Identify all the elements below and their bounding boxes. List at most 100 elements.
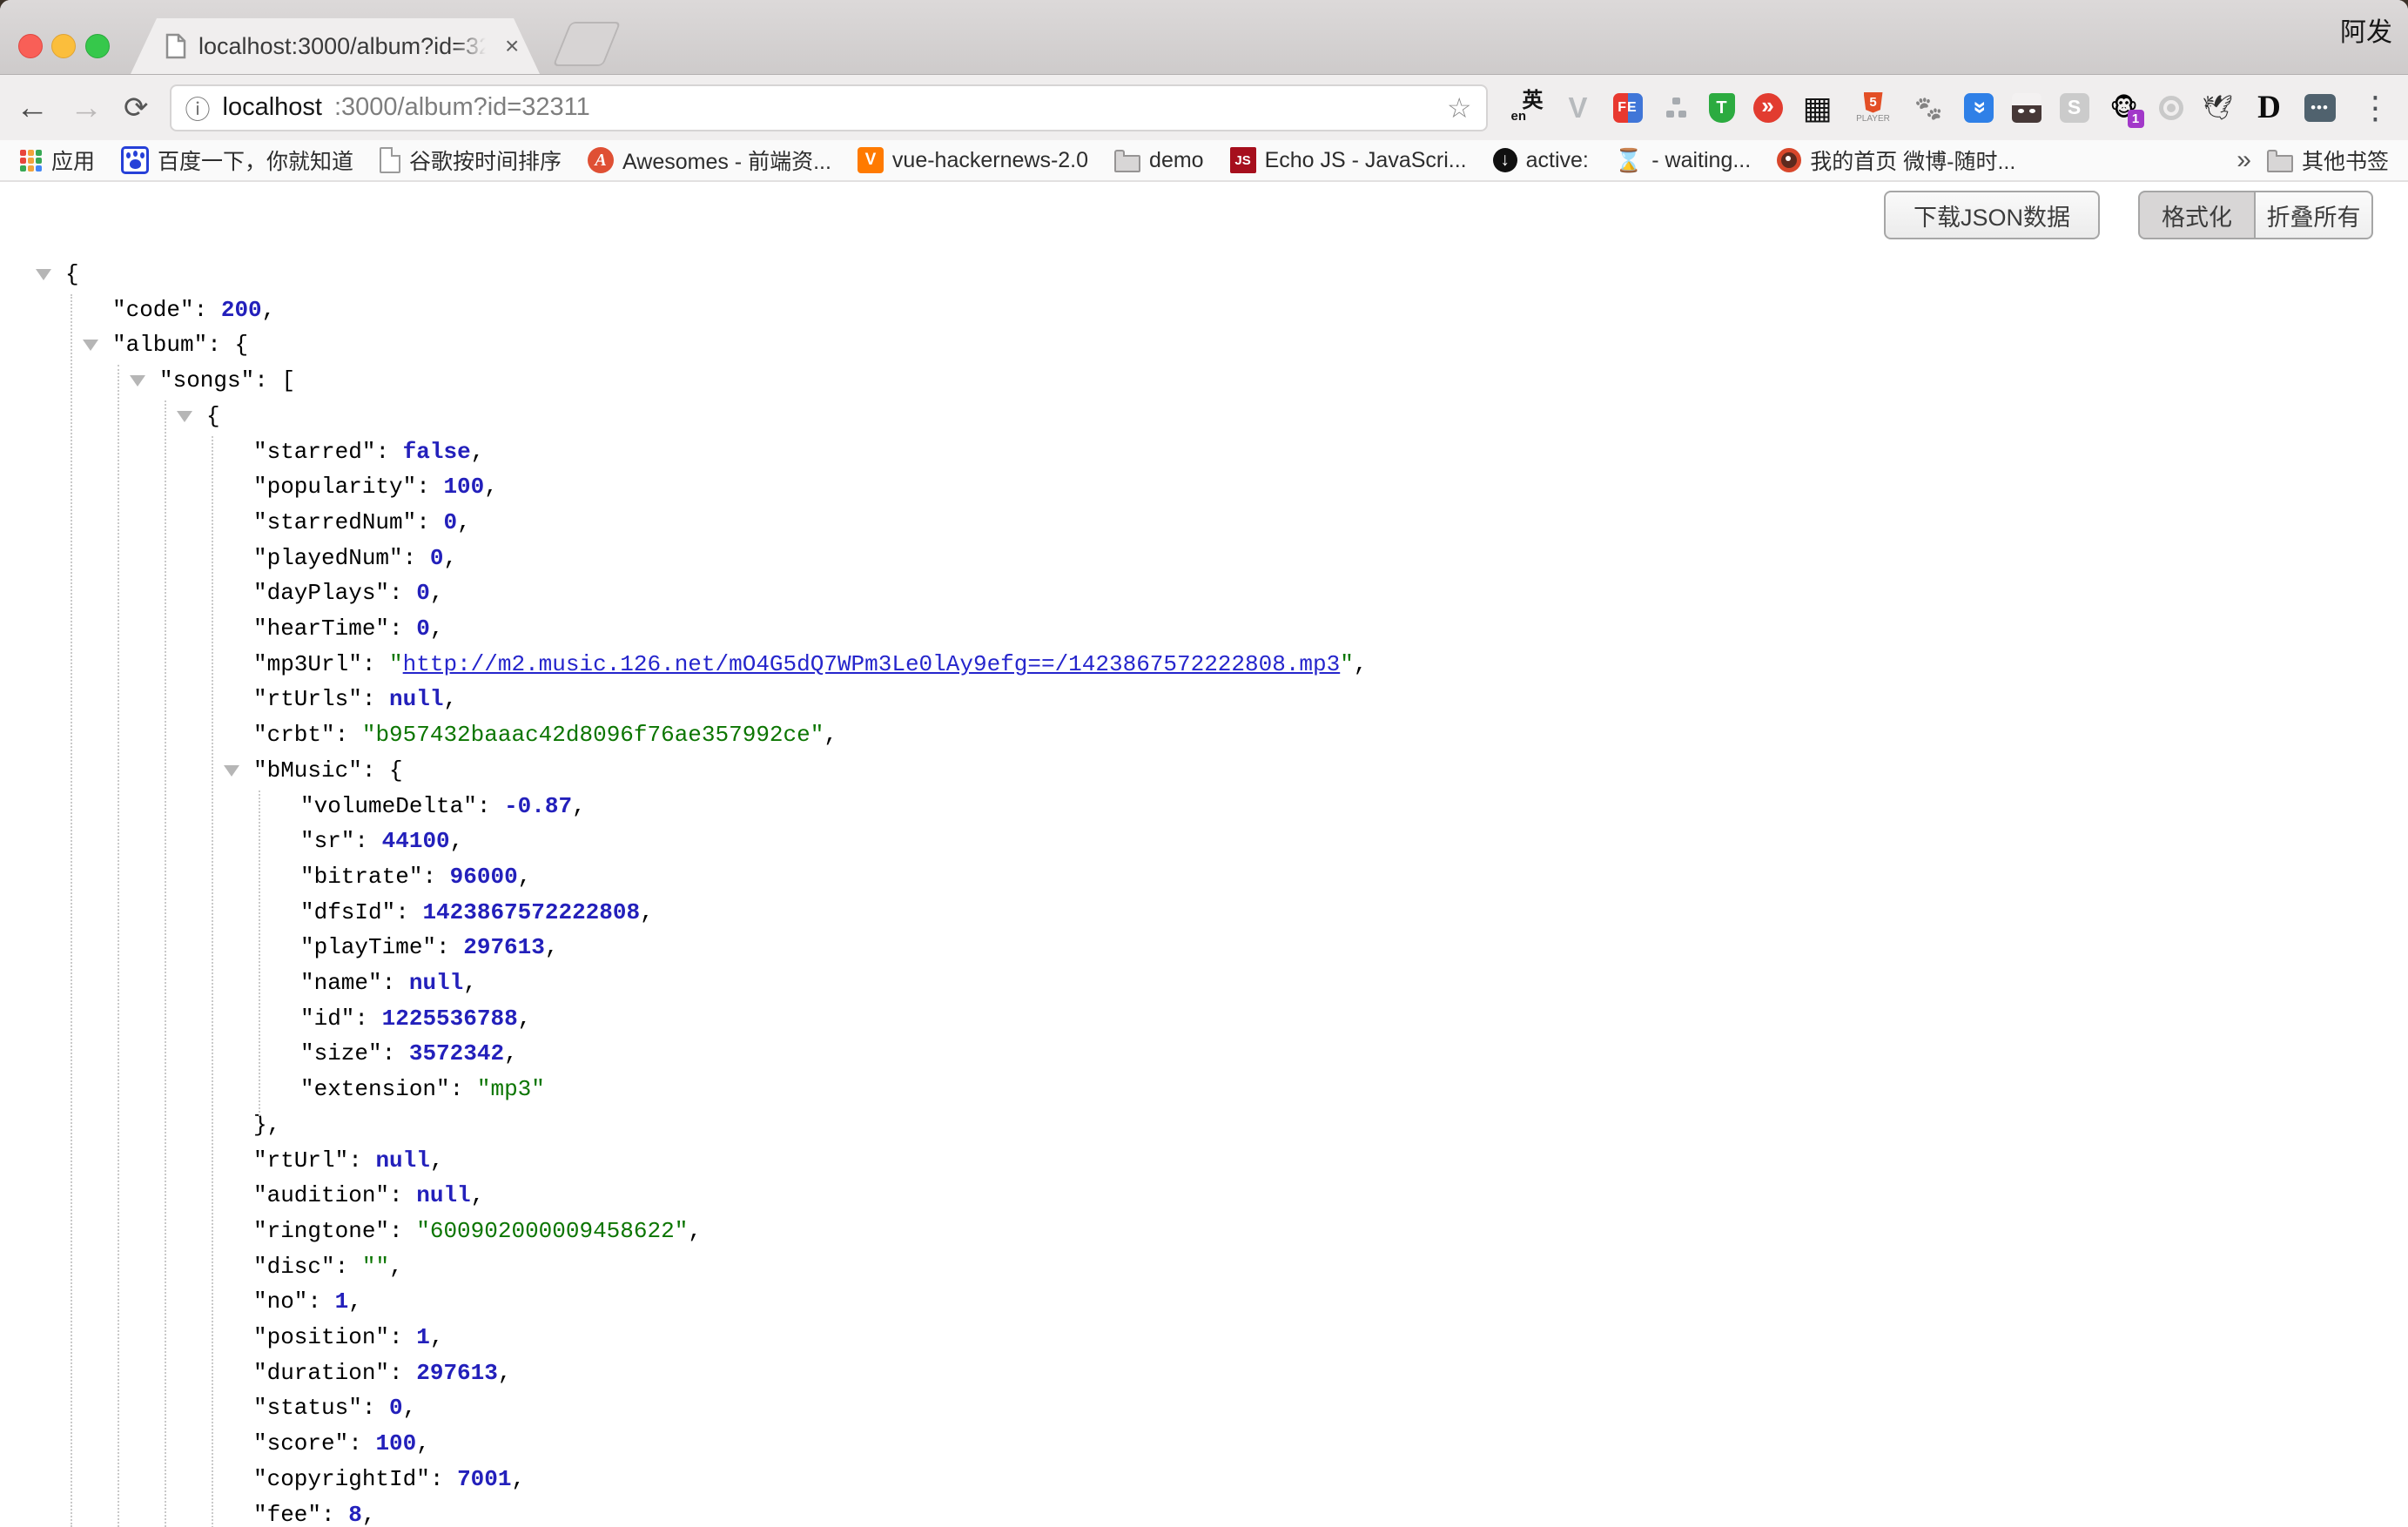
- collapse-arrow-icon[interactable]: [177, 411, 192, 422]
- json-line: "starredNum": 0,: [0, 505, 2408, 541]
- json-line: "bitrate": 96000,: [0, 859, 2408, 895]
- bookmark-awesomes[interactable]: AAwesomes - 前端资...: [588, 145, 831, 176]
- indent-guide: [118, 365, 119, 1527]
- tab-title-fade: [454, 33, 493, 60]
- bookmarks-overflow-icon[interactable]: »: [2236, 145, 2251, 175]
- json-line: "id": 1225536788,: [0, 1001, 2408, 1037]
- address-bar[interactable]: ⓘ localhost:3000/album?id=32311 ☆: [170, 84, 1488, 131]
- json-line: },: [0, 1107, 2408, 1143]
- html5-player-icon[interactable]: 5PLAYER: [1853, 91, 1894, 125]
- baidu-icon: [121, 146, 149, 174]
- json-line: "sr": 44100,: [0, 824, 2408, 859]
- indent-guide: [71, 294, 72, 1527]
- fe-icon[interactable]: FE: [1613, 93, 1643, 123]
- json-tree: {"code": 200,"album": {"songs": [{"starr…: [0, 182, 2408, 1527]
- page-favicon-icon: [165, 33, 186, 59]
- mask-icon[interactable]: [2012, 93, 2041, 123]
- zoom-window-button[interactable]: [85, 34, 110, 58]
- collapse-arrow-icon[interactable]: [36, 269, 51, 280]
- download-chevrons-icon[interactable]: «: [1964, 93, 1994, 123]
- indent-guide: [259, 790, 260, 1116]
- tab-title-wrap: localhost:3000/album?id=323: [198, 33, 493, 60]
- bookmark-echojs[interactable]: JSEcho JS - JavaScri...: [1230, 147, 1467, 173]
- json-line: "extension": "mp3": [0, 1072, 2408, 1107]
- browser-menu-icon[interactable]: ⋮: [2360, 90, 2391, 126]
- minimize-window-button[interactable]: [51, 34, 76, 58]
- page-info-icon[interactable]: ⓘ: [185, 90, 211, 126]
- collapse-arrow-icon[interactable]: [130, 375, 145, 387]
- folder-icon: [2267, 155, 2293, 172]
- collapse-arrow-icon[interactable]: [224, 765, 239, 777]
- window-titlebar: localhost:3000/album?id=323 × 阿发: [0, 0, 2408, 75]
- bookmark-label: 谷歌按时间排序: [409, 145, 562, 176]
- monkey-icon[interactable]: 🐵1: [2108, 91, 2141, 125]
- bookmark-apps[interactable]: 应用: [19, 145, 95, 176]
- forward-button[interactable]: →: [70, 91, 103, 124]
- bookmark-active[interactable]: ↓active:: [1493, 148, 1589, 173]
- collapse-arrow-icon[interactable]: [83, 340, 98, 351]
- bookmark-waiting[interactable]: ⌛- waiting...: [1615, 147, 1751, 174]
- json-line: "bMusic": {: [0, 753, 2408, 789]
- bookmarks-right-cluster: » 其他书签: [2236, 145, 2389, 176]
- fast-forward-icon[interactable]: »: [1753, 93, 1783, 123]
- tab-close-icon[interactable]: ×: [505, 34, 519, 58]
- bookmark-label: Awesomes - 前端资...: [622, 145, 831, 176]
- bookmark-label: demo: [1149, 148, 1204, 173]
- more-tools-icon[interactable]: •••: [2304, 94, 2336, 122]
- json-line: "score": 100,: [0, 1426, 2408, 1462]
- qrcode-icon[interactable]: ▦: [1801, 91, 1834, 125]
- url-path: :3000/album?id=32311: [334, 93, 590, 122]
- weibo-gray-icon[interactable]: [2159, 96, 2183, 120]
- json-line: "size": 3572342,: [0, 1036, 2408, 1072]
- back-button[interactable]: ←: [16, 91, 49, 124]
- folder-icon: [1114, 155, 1140, 172]
- bookmark-weibo[interactable]: 我的首页 微博-随时...: [1777, 145, 2015, 176]
- json-line: "volumeDelta": -0.87,: [0, 789, 2408, 824]
- json-line: "disc": "",: [0, 1249, 2408, 1285]
- json-line: "dayPlays": 0,: [0, 575, 2408, 611]
- json-line: "playedNum": 0,: [0, 541, 2408, 576]
- extensions-row: 英en V FE T » ▦ 5PLAYER 🐾 « S 🐵1 🕊 D •••: [1510, 91, 2336, 125]
- bookmark-label: Echo JS - JavaScri...: [1265, 148, 1467, 173]
- s-icon[interactable]: S: [2060, 93, 2089, 123]
- json-line: "status": 0,: [0, 1390, 2408, 1426]
- json-line: "duration": 297613,: [0, 1355, 2408, 1391]
- indent-guide: [165, 400, 166, 1527]
- json-line: "code": 200,: [0, 293, 2408, 328]
- paw-icon[interactable]: 🐾: [1913, 91, 1946, 125]
- json-line: "dfsId": 1423867572222808,: [0, 895, 2408, 931]
- vue-devtools-icon[interactable]: V: [1562, 91, 1595, 125]
- json-line: {: [0, 257, 2408, 293]
- bookmark-star-icon[interactable]: ☆: [1447, 91, 1472, 124]
- json-line: "ringtone": "600902000009458622",: [0, 1214, 2408, 1249]
- sitemap-icon[interactable]: [1661, 93, 1691, 123]
- active-tab[interactable]: localhost:3000/album?id=323 ×: [131, 18, 540, 74]
- mp3-url-link[interactable]: http://m2.music.126.net/mO4G5dQ7WPm3Le0l…: [403, 651, 1341, 677]
- json-line: "mp3Url": "http://m2.music.126.net/mO4G5…: [0, 647, 2408, 683]
- dark-mode-icon[interactable]: D: [2253, 91, 2286, 125]
- other-bookmarks-button[interactable]: 其他书签: [2267, 145, 2389, 176]
- other-bookmarks-label: 其他书签: [2302, 145, 2389, 176]
- downcircle-icon: ↓: [1493, 148, 1517, 172]
- json-line: "audition": null,: [0, 1178, 2408, 1214]
- json-line: "album": {: [0, 327, 2408, 363]
- bookmark-demo[interactable]: demo: [1114, 148, 1204, 173]
- json-line: "no": 1,: [0, 1284, 2408, 1320]
- json-line: "position": 1,: [0, 1320, 2408, 1355]
- translate-icon[interactable]: 英en: [1510, 91, 1544, 125]
- json-line: "playTime": 297613,: [0, 930, 2408, 965]
- new-tab-button[interactable]: [553, 22, 622, 66]
- bookmark-vue-hackernews[interactable]: Vvue-hackernews-2.0: [858, 147, 1088, 173]
- bookmark-google-sort[interactable]: 谷歌按时间排序: [380, 145, 562, 176]
- shield-t-icon[interactable]: T: [1709, 93, 1735, 123]
- bookmark-label: 百度一下，你就知道: [158, 145, 353, 176]
- weibo-icon: [1777, 148, 1801, 172]
- close-window-button[interactable]: [18, 34, 43, 58]
- json-line: "starred": false,: [0, 434, 2408, 470]
- reload-button[interactable]: ⟳: [124, 93, 149, 123]
- bookmarks-list: 应用 百度一下，你就知道 谷歌按时间排序 AAwesomes - 前端资... Vvue…: [19, 145, 2015, 176]
- tab-title: localhost:3000/album?id=323: [198, 33, 493, 59]
- hourglass-icon: ⌛: [1615, 147, 1643, 174]
- bookmark-baidu[interactable]: 百度一下，你就知道: [121, 145, 353, 176]
- bird-icon[interactable]: 🕊: [2202, 91, 2235, 125]
